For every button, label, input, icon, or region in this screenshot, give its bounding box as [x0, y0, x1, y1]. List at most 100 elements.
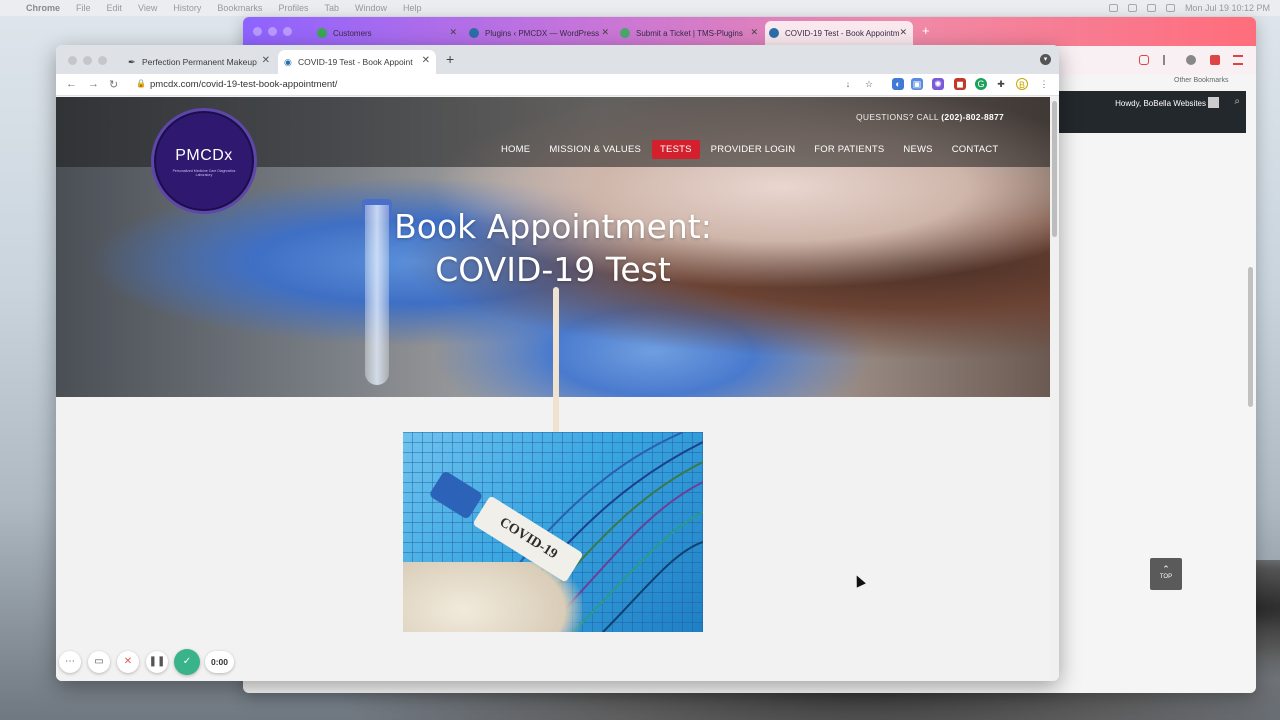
phone-number[interactable]: (202)-802-8877: [941, 112, 1004, 122]
site-logo[interactable]: PMCDx Personalized Medicine Care Diagnos…: [151, 108, 257, 214]
hero-banner: QUESTIONS? CALL (202)-802-8877 PMCDx Per…: [56, 97, 1050, 437]
menu-window[interactable]: Window: [355, 3, 387, 13]
zoom-dot-icon[interactable]: [283, 27, 292, 36]
download-icon[interactable]: ↓: [842, 78, 854, 90]
menu-profiles[interactable]: Profiles: [278, 3, 308, 13]
nav-contact[interactable]: CONTACT: [944, 140, 1007, 159]
close-icon[interactable]: ✕: [899, 27, 907, 38]
tab-favicon-icon: [620, 28, 630, 38]
status-icons: Mon Jul 19 10:12 PM: [1108, 0, 1270, 16]
more-icon[interactable]: ⋮: [1038, 78, 1050, 90]
macos-menubar: Chrome File Edit View History Bookmarks …: [0, 0, 1280, 16]
page-title-line2: COVID-19 Test: [435, 250, 671, 289]
page-viewport: QUESTIONS? CALL (202)-802-8877 PMCDx Per…: [56, 97, 1050, 681]
account-icon[interactable]: [1186, 55, 1196, 65]
pause-icon[interactable]: ❚❚: [146, 651, 168, 673]
close-icon[interactable]: ✕: [449, 27, 457, 38]
extension-icon[interactable]: ◐: [892, 78, 904, 90]
scrollbar[interactable]: [1050, 97, 1059, 681]
scrollbar[interactable]: [1248, 267, 1253, 407]
tab-strip: ✒ Perfection Permanent Makeup ✕ ◉ COVID-…: [56, 45, 1059, 74]
covid-test-image: COVID-19: [403, 432, 703, 632]
nav-tests[interactable]: TESTS: [652, 139, 700, 159]
camera-icon[interactable]: ▭: [88, 651, 110, 673]
search-icon[interactable]: ⌕: [1234, 96, 1240, 107]
extension-icon[interactable]: ✺: [932, 78, 944, 90]
menu-edit[interactable]: Edit: [107, 3, 123, 13]
close-dot-icon[interactable]: [253, 27, 262, 36]
reload-icon[interactable]: ↻: [109, 78, 118, 91]
extension-icon[interactable]: [1210, 55, 1220, 65]
swab: [553, 287, 559, 437]
menu-history[interactable]: History: [173, 3, 201, 13]
more-icon[interactable]: ⋯: [59, 651, 81, 673]
tab-label: Submit a Ticket | TMS-Plugins: [636, 28, 743, 38]
forward-icon[interactable]: →: [88, 78, 99, 90]
wordpress-icon: [769, 28, 779, 38]
extension-icon[interactable]: ◼: [954, 78, 966, 90]
background-tab-active[interactable]: COVID-19 Test - Book Appointm ✕: [765, 21, 913, 45]
close-icon[interactable]: ✕: [262, 55, 270, 66]
bookmark-star-icon[interactable]: ☆: [863, 78, 875, 90]
tab-label: Plugins ‹ PMCDX — WordPress: [485, 28, 600, 38]
recording-controls: ⋯ ▭ ✕ ❚❚ ✓ 0:00: [56, 648, 306, 678]
nav-home[interactable]: HOME: [493, 140, 538, 159]
profile-icon[interactable]: B: [1016, 78, 1028, 90]
tab-active[interactable]: ◉ COVID-19 Test - Book Appoint ✕: [278, 50, 436, 74]
close-icon[interactable]: ✕: [422, 55, 430, 66]
background-tab[interactable]: Submit a Ticket | TMS-Plugins ✕: [616, 21, 764, 45]
avatar[interactable]: [1208, 97, 1219, 108]
address-bar[interactable]: pmcdx.com/covid-19-test-book-appointment…: [150, 79, 337, 90]
wordpress-icon: [469, 28, 479, 38]
extension-icon[interactable]: ▣: [911, 78, 923, 90]
scrollbar-thumb[interactable]: [1052, 101, 1057, 237]
new-tab-icon[interactable]: +: [446, 51, 454, 67]
clock[interactable]: Mon Jul 19 10:12 PM: [1185, 3, 1270, 13]
menu-icon[interactable]: [1233, 55, 1243, 65]
menu-view[interactable]: View: [138, 3, 157, 13]
page-title-line1: Book Appointment:: [394, 207, 712, 246]
menu-help[interactable]: Help: [403, 3, 422, 13]
back-icon[interactable]: ←: [66, 78, 77, 90]
zoom-dot-icon[interactable]: [98, 56, 107, 65]
cancel-recording-icon[interactable]: ✕: [117, 651, 139, 673]
minimize-dot-icon[interactable]: [268, 27, 277, 36]
close-dot-icon[interactable]: [68, 56, 77, 65]
grammarly-icon[interactable]: G: [975, 78, 987, 90]
menu-bookmarks[interactable]: Bookmarks: [217, 3, 262, 13]
tab-favicon-icon: [317, 28, 327, 38]
background-tab[interactable]: Plugins ‹ PMCDX — WordPress ✕: [465, 21, 615, 45]
nav-mission-values[interactable]: MISSION & VALUES: [541, 140, 649, 159]
minimize-dot-icon[interactable]: [83, 56, 92, 65]
tab-search-icon[interactable]: ▾: [1040, 54, 1051, 65]
lock-icon[interactable]: 🔒: [136, 79, 146, 88]
close-icon[interactable]: ✕: [750, 27, 758, 38]
menu-file[interactable]: File: [76, 3, 91, 13]
pocket-icon[interactable]: [1139, 55, 1149, 65]
nav-provider-login[interactable]: PROVIDER LOGIN: [703, 140, 804, 159]
status-icon[interactable]: [1108, 4, 1118, 12]
close-icon[interactable]: ✕: [601, 27, 609, 38]
wifi-icon[interactable]: [1165, 4, 1175, 12]
recording-timer: 0:00: [205, 651, 235, 673]
new-tab-icon[interactable]: +: [922, 23, 930, 38]
status-icon[interactable]: [1127, 4, 1137, 12]
nav-for-patients[interactable]: FOR PATIENTS: [806, 140, 892, 159]
background-tab[interactable]: Customers ✕: [313, 21, 463, 45]
puzzle-icon[interactable]: ✚: [995, 78, 1007, 90]
admin-greeting[interactable]: Howdy, BoBella Websites: [1115, 99, 1206, 108]
background-tab-strip: Customers ✕ Plugins ‹ PMCDX — WordPress …: [243, 17, 1256, 46]
menu-tab[interactable]: Tab: [324, 3, 339, 13]
wp-admin-bar: Howdy, BoBella Websites ⌕: [1059, 91, 1246, 133]
page-title: Book Appointment: COVID-19 Test: [353, 205, 753, 291]
battery-icon[interactable]: [1146, 4, 1156, 12]
mouse-cursor: [852, 573, 866, 588]
menu-app-name[interactable]: Chrome: [26, 3, 60, 13]
other-bookmarks[interactable]: Other Bookmarks: [1174, 77, 1228, 84]
nav-news[interactable]: NEWS: [895, 140, 940, 159]
tab-label: COVID-19 Test - Book Appoint: [298, 57, 413, 67]
scroll-to-top-button[interactable]: ⌃ TOP: [1150, 558, 1182, 590]
finish-recording-icon[interactable]: ✓: [174, 649, 200, 675]
library-icon[interactable]: [1163, 55, 1173, 65]
tab[interactable]: ✒ Perfection Permanent Makeup ✕: [122, 50, 276, 74]
